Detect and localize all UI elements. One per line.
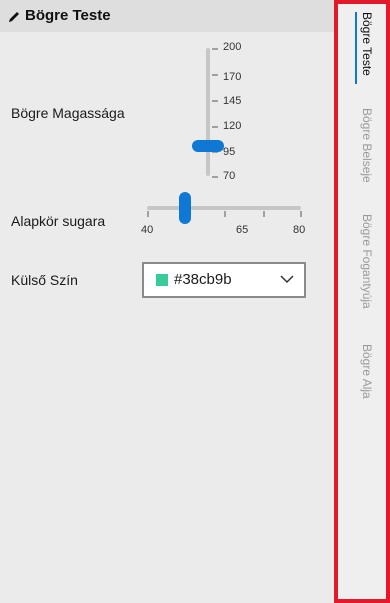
radius-slider-track[interactable] — [147, 206, 301, 210]
height-slider-track[interactable] — [206, 48, 210, 176]
height-tick-label: 95 — [223, 146, 236, 158]
tab-bogre-fogantyuja[interactable]: Bögre Fogantyúja — [360, 214, 374, 309]
active-tab-indicator — [355, 12, 357, 84]
color-dropdown[interactable]: #38cb9b — [142, 262, 306, 298]
color-swatch — [156, 274, 168, 286]
radius-tick-label: 65 — [236, 224, 249, 236]
pencil-icon — [9, 12, 19, 22]
height-tick-label: 170 — [223, 71, 242, 83]
height-slider-thumb[interactable] — [192, 140, 224, 152]
radius-tick-label: 80 — [293, 224, 306, 236]
color-value: #38cb9b — [174, 271, 232, 288]
height-label: Bögre Magassága — [11, 105, 125, 121]
page-title: Bögre Teste — [25, 7, 111, 24]
radius-slider-ticks — [147, 211, 302, 217]
radius-tick-label: 40 — [141, 224, 154, 236]
panel-header: Bögre Teste — [0, 0, 334, 32]
tab-bogre-teste[interactable]: Bögre Teste — [360, 12, 374, 76]
radius-label: Alapkör sugara — [11, 213, 106, 229]
height-tick-label: 200 — [223, 41, 242, 53]
height-slider-ticks — [212, 48, 218, 178]
tab-bogre-belseje[interactable]: Bögre Belseje — [360, 108, 374, 183]
height-tick-label: 145 — [223, 95, 242, 107]
chevron-down-icon — [280, 275, 294, 284]
tab-bogre-alja[interactable]: Bögre Alja — [360, 344, 374, 399]
height-tick-label: 120 — [223, 120, 242, 132]
radius-slider-thumb[interactable] — [179, 192, 191, 224]
height-tick-label: 70 — [223, 170, 236, 182]
color-label: Külső Szín — [11, 272, 78, 288]
